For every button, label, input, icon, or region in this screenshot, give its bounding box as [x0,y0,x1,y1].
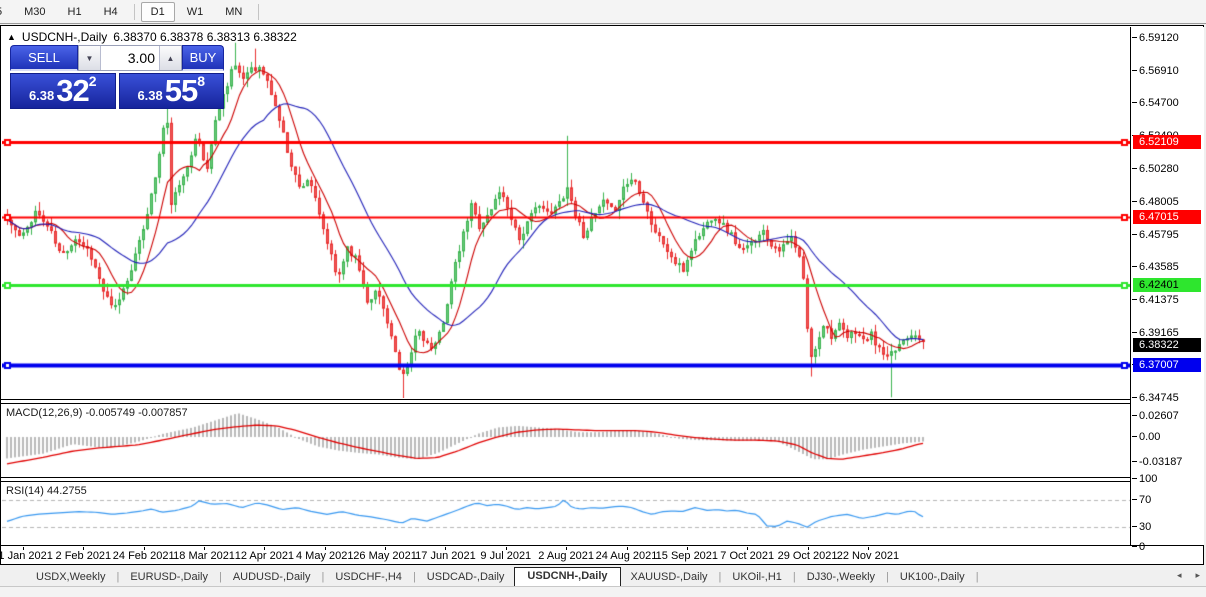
chart-tab-xauusd-daily[interactable]: XAUUSD-,Daily [621,569,718,586]
toolbar-separator [258,4,259,20]
rsi-indicator-canvas[interactable] [2,482,1130,545]
date-label: 7 Oct 2021 [720,550,774,562]
price-axis-tick: 6.56910 [1139,65,1179,77]
date-label: 4 May 2021 [296,550,353,562]
ask-price-main: 55 [165,76,197,106]
chart-window: ▲ USDCNH-,Daily 6.38370 6.38378 6.38313 … [0,25,1204,565]
chart-tab-usdcnh-daily[interactable]: USDCNH-,Daily [514,567,620,586]
macd-pane-label: MACD(12,26,9) -0.005749 -0.007857 [6,407,188,419]
level-price-badge: 6.42401 [1133,278,1201,292]
volume-stepper: ▼ ▲ [78,45,182,71]
price-axis-tick: 6.50280 [1139,163,1179,175]
pane-divider-rsi[interactable] [1,477,1203,482]
level-price-badge: 6.52109 [1133,135,1201,149]
mt4-application-window: 5M30H1H4 D1W1MN ▲ USDCNH-,Daily 6.38370 6… [0,0,1206,597]
chart-tab-ukoil-h1[interactable]: UKOil-,H1 [722,569,792,586]
bid-price-pip: 2 [89,75,97,87]
macd-axis-tick: -0.03187 [1139,456,1182,468]
chart-tab-uk100-daily[interactable]: UK100-,Daily [890,569,975,586]
chart-symbol-title: USDCNH-,Daily [22,30,107,44]
bid-price-tile[interactable]: 6.38 32 2 [10,73,116,109]
volume-increase-icon[interactable]: ▲ [159,46,181,70]
chart-tab-eurusd-daily[interactable]: EURUSD-,Daily [120,569,218,586]
chart-tab-usdcad-daily[interactable]: USDCAD-,Daily [417,569,515,586]
chart-ohlc-values: 6.38370 6.38378 6.38313 6.38322 [113,30,297,44]
level-price-badge: 6.37007 [1133,358,1201,372]
date-label: 26 May 2021 [353,550,417,562]
timeframe-button-w1[interactable]: W1 [177,2,214,22]
volume-input[interactable] [101,46,159,70]
timeframe-button-mn[interactable]: MN [215,2,252,22]
tab-scroll-arrows: ◂▸ [1177,570,1200,581]
macd-axis-tick: 0.00 [1139,431,1160,443]
chart-header: ▲ USDCNH-,Daily 6.38370 6.38378 6.38313 … [7,30,297,44]
bid-price-prefix: 6.38 [29,86,54,106]
date-label: 15 Sep 2021 [656,550,718,562]
price-axis-tick: 6.54700 [1139,97,1179,109]
bid-price-main: 32 [56,76,88,106]
chart-tab-dj30-weekly[interactable]: DJ30-,Weekly [797,569,885,586]
timeframe-button-m30[interactable]: M30 [14,2,55,22]
rsi-axis-tick: 70 [1139,494,1151,506]
price-axis-tick: 6.59120 [1139,32,1179,44]
timeframe-button-h1[interactable]: H1 [58,2,92,22]
date-label: 2 Aug 2021 [538,550,594,562]
price-axis[interactable]: 6.591206.569106.547006.524906.502806.480… [1130,27,1204,545]
pane-divider-macd[interactable] [1,399,1203,404]
date-axis[interactable]: 11 Jan 20212 Feb 202124 Feb 202118 Mar 2… [1,547,1203,564]
date-label: 24 Aug 2021 [596,550,658,562]
rsi-axis-tick: 30 [1139,521,1151,533]
ask-price-prefix: 6.38 [137,86,162,106]
macd-axis-tick: 0.02607 [1139,410,1179,422]
tabbar-scroll-strip[interactable] [0,586,1206,597]
rsi-axis-tick: 0 [1139,541,1145,553]
buy-button[interactable]: BUY [182,45,224,71]
date-label: 17 Jun 2021 [415,550,476,562]
rsi-axis-tick: 100 [1139,473,1157,485]
price-axis-tick: 6.34745 [1139,392,1179,404]
date-label: 29 Oct 2021 [778,550,838,562]
current-price-badge: 6.38322 [1133,338,1201,352]
price-axis-tick: 6.43585 [1139,261,1179,273]
rsi-pane-label: RSI(14) 44.2755 [6,485,87,497]
panel-collapse-icon[interactable]: ▲ [7,32,16,42]
date-label: 9 Jul 2021 [480,550,531,562]
tab-scroll-right-icon[interactable]: ▸ [1195,570,1200,581]
macd-values-text: -0.005749 -0.007857 [85,407,187,419]
macd-label-text: MACD(12,26,9) [6,407,82,419]
sell-button[interactable]: SELL [10,45,78,71]
date-label: 2 Feb 2021 [56,550,112,562]
chart-tab-usdx-weekly[interactable]: USDX,Weekly [26,569,115,586]
timeframe-toolbar: 5M30H1H4 D1W1MN [0,0,1206,24]
timeframe-button-d1[interactable]: D1 [141,2,175,22]
rsi-label-text: RSI(14) [6,485,44,497]
chart-tab-bar: USDX,Weekly|EURUSD-,Daily|AUDUSD-,Daily|… [0,567,1206,586]
level-price-badge: 6.47015 [1133,210,1201,224]
tab-separator: | [975,571,980,586]
date-label: 11 Jan 2021 [0,550,53,562]
date-label: 18 Mar 2021 [173,550,235,562]
date-label: 22 Nov 2021 [837,550,899,562]
rsi-value-text: 44.2755 [47,485,87,497]
chart-tab-audusd-daily[interactable]: AUDUSD-,Daily [223,569,321,586]
price-axis-tick: 6.45795 [1139,229,1179,241]
ask-price-tile[interactable]: 6.38 55 8 [119,73,225,109]
date-label: 24 Feb 2021 [113,550,175,562]
volume-decrease-icon[interactable]: ▼ [79,46,101,70]
timeframe-button-5[interactable]: 5 [0,2,12,22]
one-click-trading-panel: SELL ▼ ▲ BUY 6.38 32 2 6.38 55 8 [10,45,224,109]
ask-price-pip: 8 [197,75,205,87]
timeframe-button-h4[interactable]: H4 [94,2,128,22]
price-axis-tick: 6.41375 [1139,294,1179,306]
toolbar-separator [134,4,135,20]
price-axis-tick: 6.48005 [1139,196,1179,208]
tab-scroll-left-icon[interactable]: ◂ [1177,570,1182,581]
date-label: 12 Apr 2021 [235,550,294,562]
chart-tab-usdchf-h4[interactable]: USDCHF-,H4 [325,569,412,586]
price-axis-tick: 6.39165 [1139,327,1179,339]
